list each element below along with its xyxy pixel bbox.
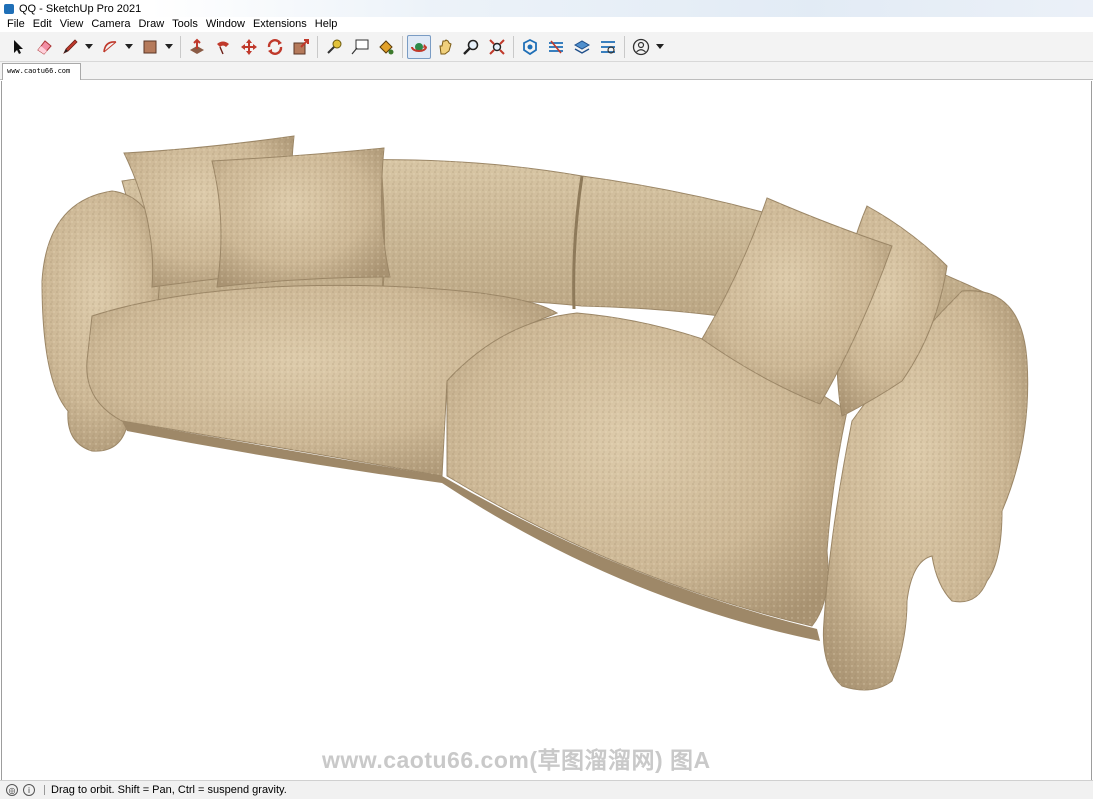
extension-warehouse-icon xyxy=(549,39,563,54)
rectangle-icon xyxy=(143,40,157,53)
scale-tool[interactable] xyxy=(289,35,313,59)
scale-icon xyxy=(293,38,309,54)
arc-icon xyxy=(103,40,117,52)
menu-view[interactable]: View xyxy=(57,17,89,32)
scene-tab-bar: www.caotu66.com xyxy=(0,62,1093,80)
drawing-viewport[interactable]: www.caotu66.com(草图溜溜网) 图A xyxy=(1,81,1092,780)
eraser-tool[interactable] xyxy=(32,35,56,59)
pan-tool[interactable] xyxy=(433,35,457,59)
cursor-arrow-icon xyxy=(14,39,23,54)
line-tool[interactable] xyxy=(58,35,82,59)
extension-manager[interactable] xyxy=(596,35,620,59)
window-title: QQ - SketchUp Pro 2021 xyxy=(19,2,142,15)
orbit-tool[interactable] xyxy=(407,34,431,59)
warehouse-icon xyxy=(523,38,537,55)
menu-extensions[interactable]: Extensions xyxy=(250,17,312,32)
3d-warehouse[interactable] xyxy=(518,35,542,59)
push-pull-tool[interactable] xyxy=(185,35,209,59)
paint-bucket-icon xyxy=(379,39,394,54)
sketchup-icon xyxy=(4,3,14,14)
sofa-model xyxy=(41,135,1029,691)
follow-me-icon xyxy=(217,41,229,54)
toolbar-separator xyxy=(180,35,181,58)
arc-tool-dropdown[interactable] xyxy=(124,35,134,59)
push-pull-icon xyxy=(190,38,204,54)
extension-warehouse[interactable] xyxy=(544,35,568,59)
toolbar-separator xyxy=(513,35,514,58)
menu-tools[interactable]: Tools xyxy=(169,17,203,32)
layout-icon xyxy=(573,39,591,54)
account[interactable] xyxy=(629,35,653,59)
account-dropdown[interactable] xyxy=(655,35,665,59)
rectangle-tool[interactable] xyxy=(138,35,162,59)
text-icon xyxy=(351,39,369,54)
toolbar-separator xyxy=(624,35,625,58)
chevron-down-icon xyxy=(165,43,173,49)
menu-bar: File Edit View Camera Draw Tools Window … xyxy=(0,17,1093,32)
title-bar: QQ - SketchUp Pro 2021 xyxy=(0,0,1093,17)
rectangle-tool-dropdown[interactable] xyxy=(164,35,174,59)
rotate-tool[interactable] xyxy=(263,35,287,59)
zoom-extents-tool[interactable] xyxy=(485,35,509,59)
text-tool[interactable] xyxy=(348,35,372,59)
pan-hand-icon xyxy=(439,38,452,54)
menu-file[interactable]: File xyxy=(4,17,30,32)
follow-me-tool[interactable] xyxy=(211,35,235,59)
user-account-icon xyxy=(632,38,650,55)
getting-started-toolbar xyxy=(0,32,1093,62)
chevron-down-icon xyxy=(85,43,93,49)
rotate-icon xyxy=(267,38,283,55)
select-tool[interactable] xyxy=(6,35,30,59)
scene-tab[interactable]: www.caotu66.com xyxy=(2,63,81,80)
pencil-icon xyxy=(63,38,78,54)
menu-edit[interactable]: Edit xyxy=(30,17,57,32)
status-bar: ◎ i Drag to orbit. Shift = Pan, Ctrl = s… xyxy=(0,780,1093,799)
move-icon xyxy=(241,38,257,55)
menu-camera[interactable]: Camera xyxy=(88,17,135,32)
arc-tool[interactable] xyxy=(98,35,122,59)
menu-help[interactable]: Help xyxy=(312,17,343,32)
status-separator xyxy=(44,785,45,795)
eraser-icon xyxy=(37,39,52,55)
chevron-down-icon xyxy=(656,43,664,49)
toolbar-separator xyxy=(402,35,403,58)
chevron-down-icon xyxy=(125,43,133,49)
line-tool-dropdown[interactable] xyxy=(84,35,94,59)
info-icon[interactable]: i xyxy=(23,784,35,796)
tape-measure-tool[interactable] xyxy=(322,35,346,59)
menu-window[interactable]: Window xyxy=(203,17,250,32)
geo-location-icon[interactable]: ◎ xyxy=(6,784,18,796)
zoom-icon xyxy=(463,39,479,55)
paint-bucket-tool[interactable] xyxy=(374,35,398,59)
status-message: Drag to orbit. Shift = Pan, Ctrl = suspe… xyxy=(51,784,287,796)
extension-manager-icon xyxy=(601,40,615,54)
zoom-tool[interactable] xyxy=(459,35,483,59)
tape-measure-icon xyxy=(327,39,342,54)
title-bar-background xyxy=(150,0,1093,17)
layout-send[interactable] xyxy=(570,35,594,59)
toolbar-separator xyxy=(317,35,318,58)
watermark-text: www.caotu66.com(草图溜溜网) 图A xyxy=(322,747,711,773)
zoom-extents-icon xyxy=(489,38,505,55)
menu-draw[interactable]: Draw xyxy=(135,17,169,32)
orbit-icon xyxy=(411,42,427,52)
move-tool[interactable] xyxy=(237,35,261,59)
